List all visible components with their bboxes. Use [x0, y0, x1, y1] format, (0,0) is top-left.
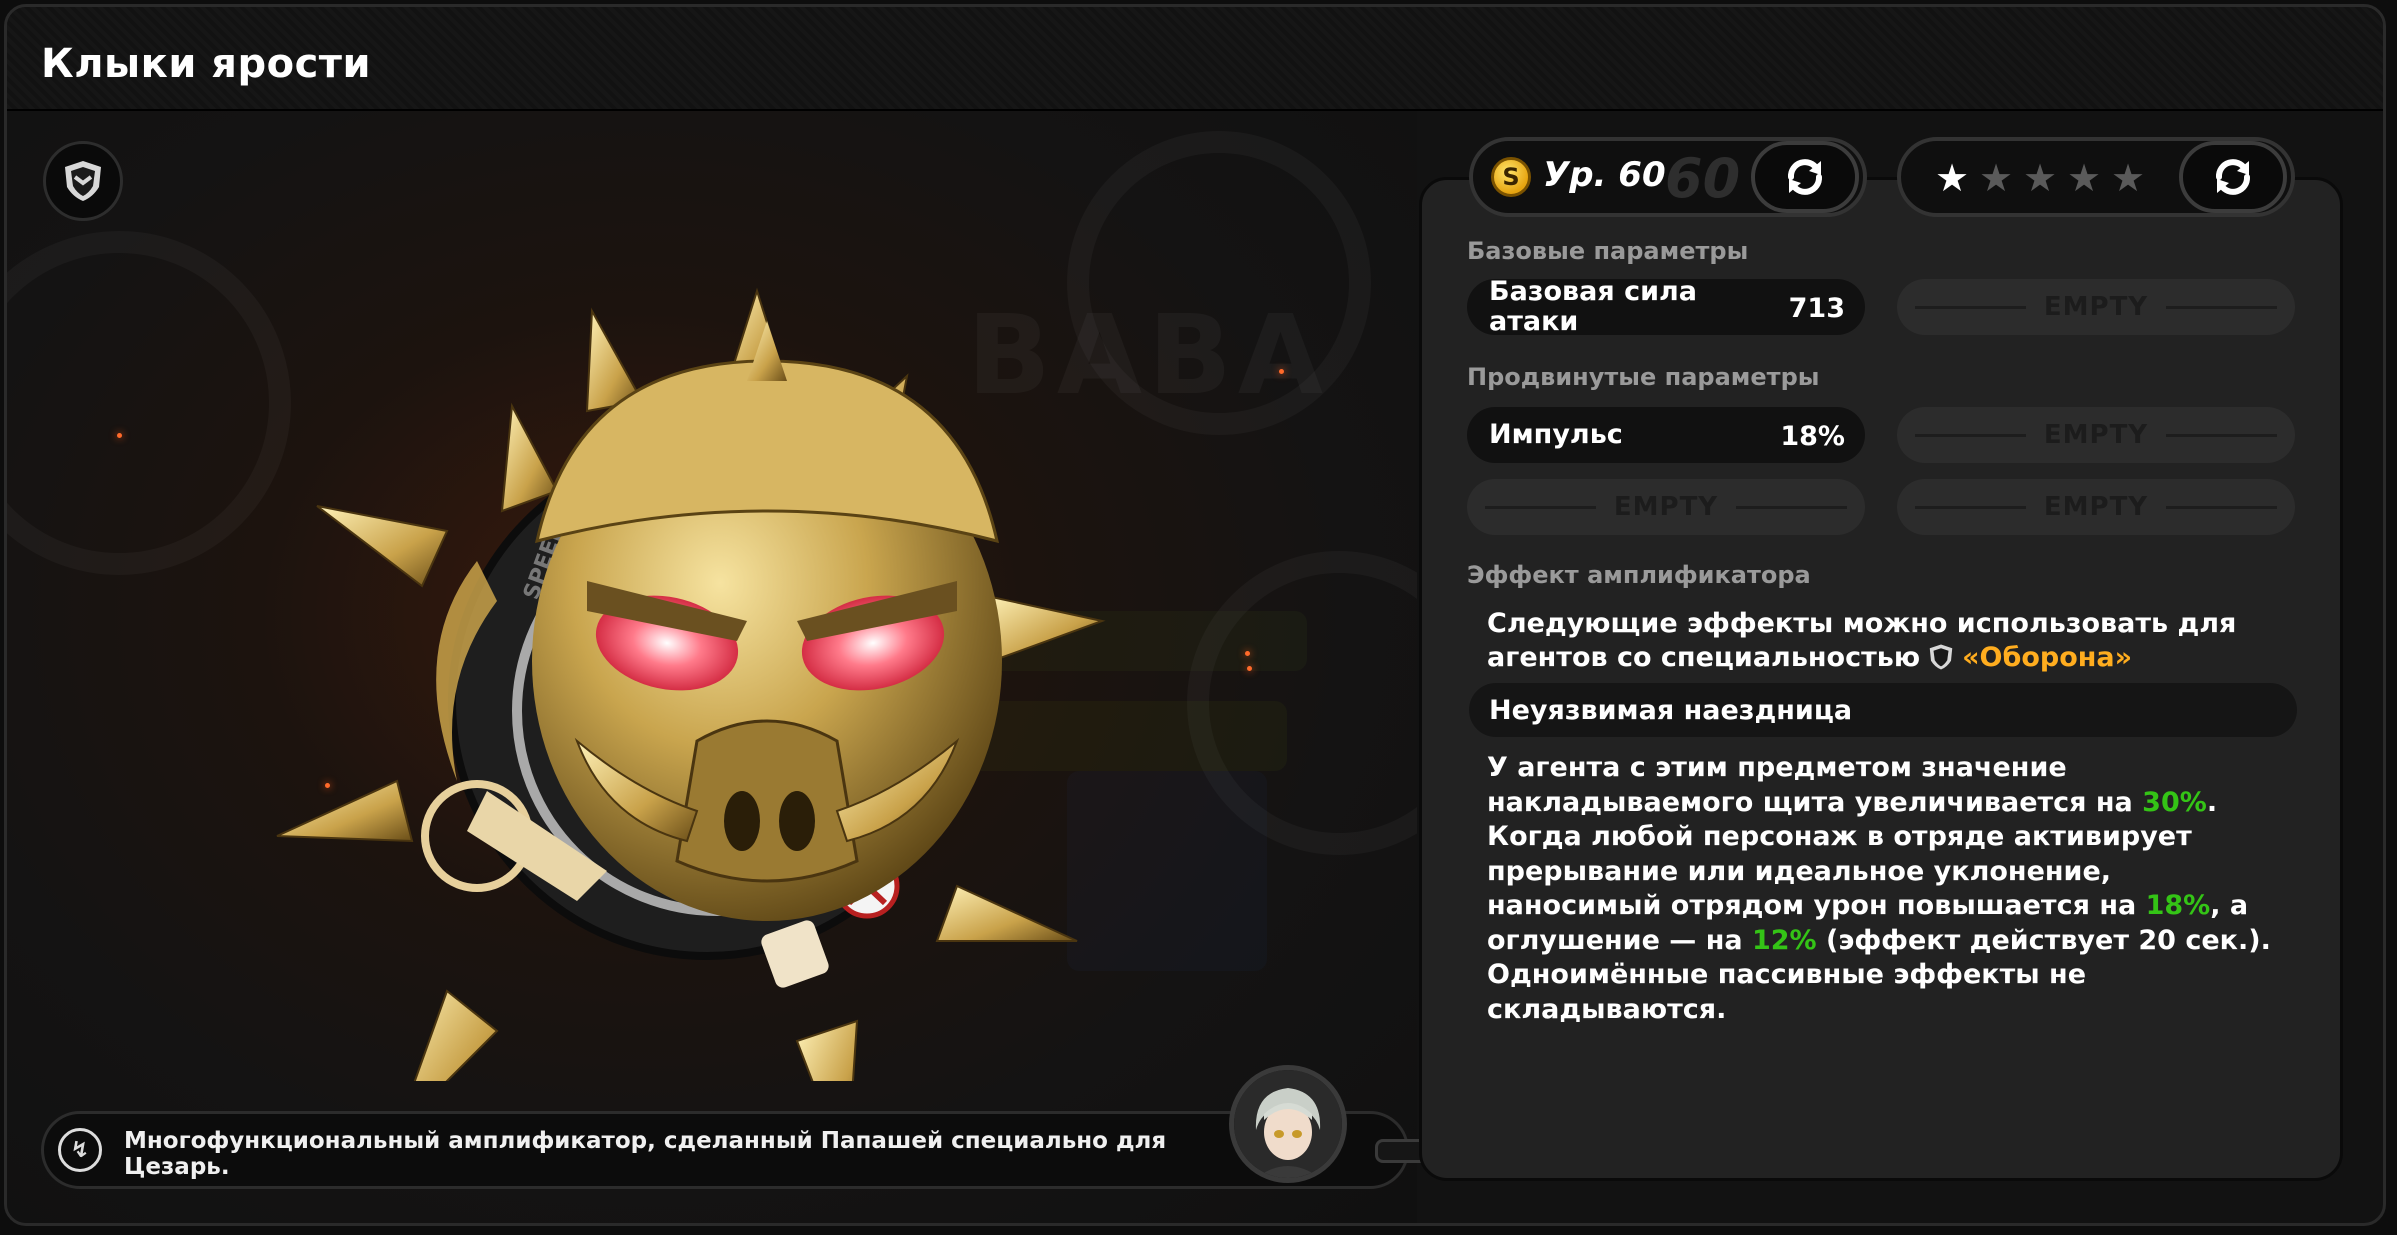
highlight-value: 30% [2142, 786, 2207, 818]
level-label: Ур. 60 [1543, 155, 1666, 195]
specialty-badge[interactable] [43, 141, 123, 221]
advanced-stats-heading: Продвинутые параметры [1467, 363, 1820, 391]
amplifier-effect-heading: Эффект амплификатора [1467, 561, 1811, 589]
stat-value: 713 [1788, 293, 1845, 324]
star-empty-icon: ★ [2067, 156, 2102, 200]
base-stats-heading: Базовые параметры [1467, 237, 1749, 265]
empty-stat-slot: EMPTY [1897, 279, 2295, 335]
ember-particle [1247, 666, 1252, 671]
highlight-value: 18% [2145, 890, 2211, 921]
ember-particle [1279, 369, 1284, 374]
empty-stat-slot: EMPTY [1897, 479, 2295, 535]
rank-badge: S [1491, 157, 1531, 197]
stat-value: 18% [1780, 421, 1845, 452]
effect-intro: Следующие эффекты можно использовать для… [1487, 608, 2237, 673]
refine-button[interactable] [2179, 141, 2287, 213]
level-max: 60 [1665, 147, 1741, 210]
amplifier-artwork: SPEED KING [276, 287, 1106, 1081]
star-empty-icon: ★ [2111, 156, 2146, 200]
ember-particle [117, 433, 122, 438]
base-attack-stat: Базовая сила атаки 713 [1467, 276, 1865, 337]
stat-name: Базовая сила атаки [1489, 276, 1697, 337]
title-bar: Клыки ярости [7, 7, 2383, 111]
specialty-name: «Оборона» [1962, 642, 2133, 673]
impact-stat: Импульс 18% [1467, 407, 1865, 463]
amplifier-details-window: Клыки ярости BABA [4, 4, 2386, 1226]
empty-stat-slot: EMPTY [1467, 479, 1865, 535]
highlight-value: 12% [1751, 924, 1817, 956]
refresh-icon [2216, 159, 2250, 195]
refresh-icon [1788, 159, 1822, 195]
description-bar: ↯ Многофункциональный амплификатор, сдел… [41, 1111, 1409, 1189]
ember-particle [1245, 651, 1250, 656]
star-filled-icon: ★ [1935, 156, 1970, 200]
empty-stat-slot: EMPTY [1897, 407, 2295, 463]
shield-icon [65, 161, 101, 201]
amplifier-info-icon: ↯ [58, 1128, 102, 1172]
page-title: Клыки ярости [41, 41, 371, 87]
stat-name: Импульс [1489, 419, 1623, 450]
shield-icon [1929, 644, 1953, 670]
star-empty-icon: ★ [1979, 156, 2014, 200]
effect-description: У агента с этим предметом значение накла… [1487, 752, 2271, 1025]
level-up-button[interactable] [1751, 141, 1859, 213]
star-empty-icon: ★ [2023, 156, 2058, 200]
effect-title-row: Неуязвимая наездница [1469, 683, 2297, 737]
item-showcase: BABA [7, 111, 1417, 1223]
agent-portrait [1234, 1070, 1342, 1178]
agent-avatar[interactable] [1229, 1065, 1347, 1183]
effect-name: Неуязвимая наездница [1489, 695, 1853, 726]
item-description: Многофункциональный амплификатор, сделан… [124, 1128, 1167, 1180]
